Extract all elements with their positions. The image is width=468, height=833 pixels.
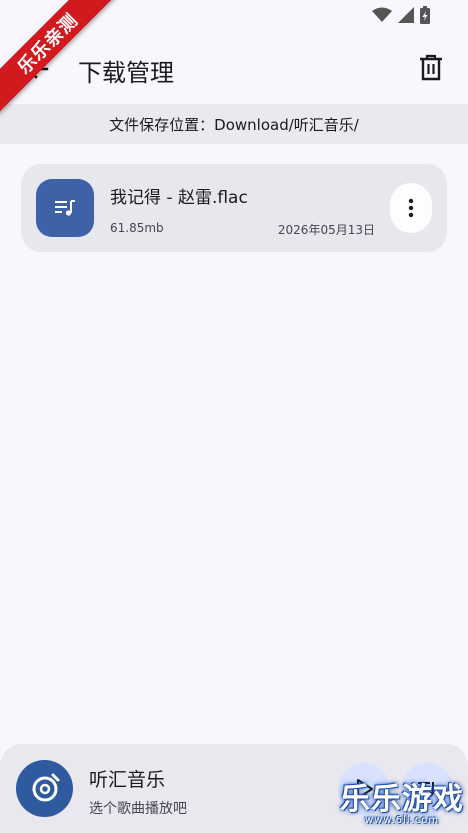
music-queue-icon [36,179,94,237]
app-bar: 下载管理 [0,40,468,98]
trash-icon [420,54,442,81]
watermark-main-text: 乐乐游戏 [340,782,464,817]
delete-all-button[interactable] [418,54,444,82]
save-path-text: 文件保存位置：Download/听汇音乐/ [109,115,359,134]
download-item-title: 我记得 - 赵雷.flac [110,188,248,208]
cell-signal-icon [398,7,414,23]
wifi-icon [372,7,392,23]
download-item-date: 2026年05月13日 [277,223,375,237]
page-title: 下载管理 [78,59,174,87]
player-subtitle: 选个歌曲播放吧 [89,801,187,817]
status-icons [372,6,430,24]
battery-charging-icon [420,6,430,24]
download-item[interactable]: 我记得 - 赵雷.flac 61.85mb 2026年05月13日 [21,164,447,252]
download-item-size: 61.85mb [110,221,164,235]
music-note-icon [16,760,73,817]
more-options-button[interactable] [390,183,432,233]
more-vertical-icon [408,198,414,218]
watermark-logo: 乐乐游戏 www.6ll.com [340,785,464,827]
save-path-bar: 文件保存位置：Download/听汇音乐/ [0,104,468,144]
player-title: 听汇音乐 [89,769,166,791]
